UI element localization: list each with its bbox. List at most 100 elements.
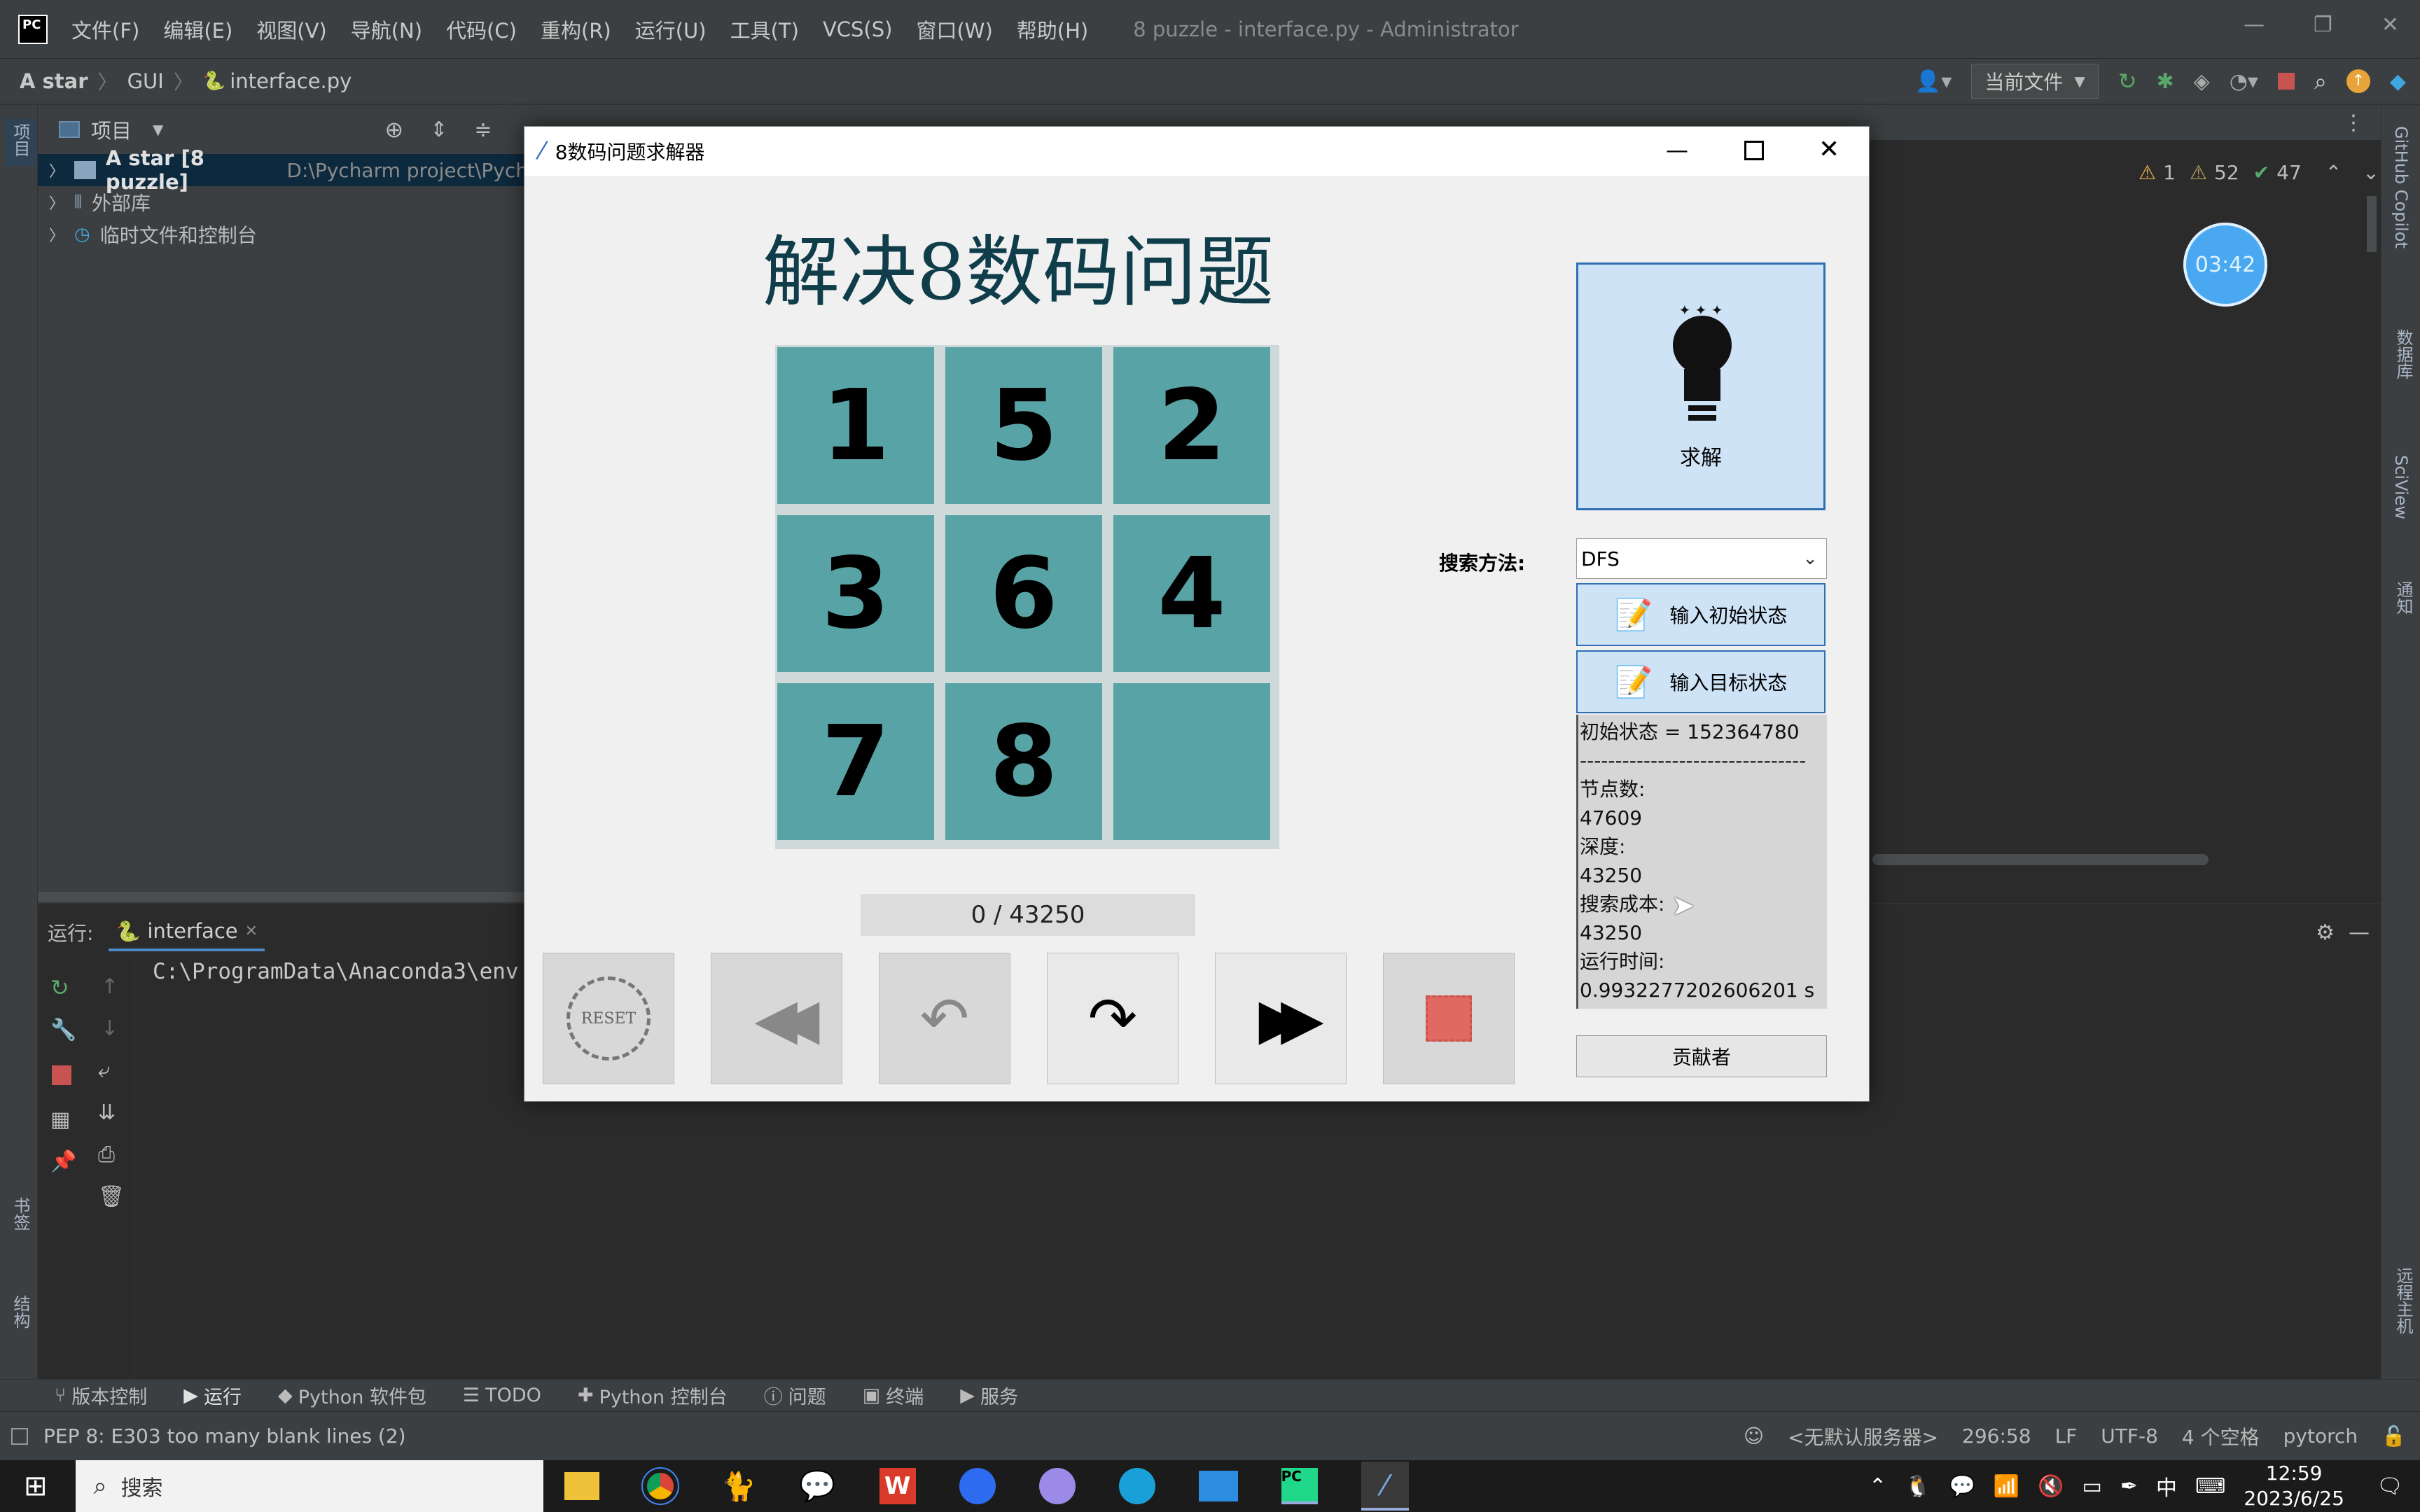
status-position[interactable]: 296:58 <box>1962 1424 2031 1448</box>
soft-wrap-icon[interactable]: ⤶ <box>98 1058 110 1083</box>
tray-chevron-up-icon[interactable]: ⌃ <box>1869 1474 1886 1499</box>
arrow-down-icon[interactable]: ↓ <box>101 1016 118 1041</box>
file-explorer-icon[interactable] <box>564 1472 599 1500</box>
keyboard-icon[interactable]: ⌨ <box>2195 1474 2225 1499</box>
status-line-sep[interactable]: LF <box>2055 1424 2078 1448</box>
settings-gear-icon[interactable]: ⚙ <box>2316 920 2335 945</box>
layout-icon[interactable]: ▦ <box>50 1107 70 1132</box>
rerun-icon[interactable]: ↻ <box>2118 68 2137 94</box>
dialog-maximize-icon[interactable] <box>1744 141 1764 160</box>
tool-notifications[interactable]: 通知 <box>2391 581 2416 620</box>
trash-icon[interactable]: 🗑 <box>98 1184 125 1209</box>
wechat-tray-icon[interactable]: 💬 <box>1949 1474 1975 1499</box>
windows-start-icon[interactable]: ⊞ <box>24 1470 48 1502</box>
chevron-down-icon[interactable]: ⌄ <box>2363 161 2379 184</box>
app-purple-icon[interactable] <box>1038 1468 1076 1504</box>
scroll-to-end-icon[interactable]: ⇊ <box>98 1100 116 1125</box>
menu-tools[interactable]: 工具(T) <box>730 15 799 44</box>
chevron-down-icon[interactable]: ▼ <box>153 121 163 138</box>
notification-center-icon[interactable]: 🗨 <box>2377 1474 2403 1499</box>
tile-4[interactable]: 3 <box>775 513 936 674</box>
chevron-right-icon[interactable]: 〉 <box>49 223 64 246</box>
tree-item-root[interactable]: 〉 A star [8 puzzle] D:\Pycharm project\P… <box>38 146 528 194</box>
menu-window[interactable]: 窗口(W) <box>916 15 992 44</box>
edge-icon[interactable] <box>1118 1468 1155 1504</box>
tree-item-scratches[interactable]: 〉 ◷ 临时文件和控制台 <box>38 218 528 251</box>
menu-code[interactable]: 代码(C) <box>446 15 517 44</box>
editor-hscrollbar[interactable] <box>1872 854 2209 865</box>
lock-icon[interactable]: 🔓 <box>2381 1424 2406 1448</box>
pen-icon[interactable]: ✒ <box>2120 1474 2138 1499</box>
arrow-up-icon[interactable]: ↑ <box>101 974 118 999</box>
pycharm-logo[interactable]: PC <box>18 14 48 44</box>
stop-icon[interactable] <box>2278 73 2295 90</box>
profile-icon[interactable]: ◔▾ <box>2230 69 2258 94</box>
wps-icon[interactable]: W <box>879 1468 916 1504</box>
timer-badge[interactable]: 03:42 <box>2183 223 2267 307</box>
next-step-button[interactable]: ↷ <box>1047 953 1178 1084</box>
input-target-state-button[interactable]: 📝 输入目标状态 <box>1576 650 1826 713</box>
rerun-icon[interactable]: ↻ <box>50 974 69 1001</box>
tool-copilot[interactable]: GitHub Copilot <box>2391 126 2411 253</box>
breadcrumb-folder[interactable]: GUI <box>127 69 164 93</box>
tab-terminal[interactable]: ▣ 终端 <box>863 1382 924 1409</box>
locate-icon[interactable]: ⊕ <box>384 116 403 143</box>
user-icon[interactable]: 👤▾ <box>1915 69 1952 94</box>
tab-todo[interactable]: ☰ TODO <box>463 1385 541 1406</box>
feishu-icon[interactable] <box>959 1468 996 1504</box>
menu-view[interactable]: 视图(V) <box>256 15 326 44</box>
tool-project[interactable]: 项目 <box>6 119 36 166</box>
pin-icon[interactable]: 📌 <box>50 1149 76 1174</box>
menu-help[interactable]: 帮助(H) <box>1017 15 1088 44</box>
tab-run[interactable]: ▶ 运行 <box>183 1382 242 1409</box>
run-config-dropdown[interactable]: 当前文件 ▼ <box>1971 64 2099 99</box>
debug-icon[interactable]: ✱ <box>2157 69 2174 94</box>
ide-close-icon[interactable]: ✕ <box>2381 13 2399 37</box>
chevron-right-icon[interactable]: 〉 <box>49 191 64 214</box>
tab-problems[interactable]: ⓘ 问题 <box>764 1382 826 1409</box>
status-encoding[interactable]: UTF-8 <box>2101 1424 2158 1448</box>
tool-database[interactable]: 数据库 <box>2391 329 2416 384</box>
tile-3[interactable]: 2 <box>1111 345 1272 506</box>
pycharm-taskbar-icon[interactable]: PC <box>1281 1468 1318 1504</box>
stop-icon[interactable] <box>52 1065 71 1085</box>
stop-button[interactable] <box>1383 953 1515 1084</box>
editor-vscrollbar[interactable] <box>2367 196 2377 252</box>
search-method-select[interactable]: DFS ⌄ <box>1576 538 1827 579</box>
console-output[interactable]: C:\ProgramData\Anaconda3\env <box>153 959 519 984</box>
chevron-up-icon[interactable]: ⌃ <box>2325 161 2342 184</box>
battery-icon[interactable]: ▭ <box>2082 1474 2102 1499</box>
taskbar-search[interactable]: ⌕ 搜索 <box>75 1460 543 1512</box>
menu-edit[interactable]: 编辑(E) <box>163 15 232 44</box>
ime-indicator[interactable]: 中 <box>2156 1471 2177 1502</box>
menu-refactor[interactable]: 重构(R) <box>541 15 611 44</box>
chevron-right-icon[interactable]: 〉 <box>49 159 64 181</box>
tool-structure[interactable]: 结构 <box>8 1295 33 1334</box>
contributors-button[interactable]: 贡献者 <box>1576 1035 1827 1077</box>
tree-item-external-libs[interactable]: 〉 ⫴ 外部库 <box>38 186 528 218</box>
status-message[interactable]: PEP 8: E303 too many blank lines (2) <box>43 1424 406 1448</box>
tab-python-console[interactable]: ✚ Python 控制台 <box>578 1382 728 1409</box>
collapse-all-icon[interactable]: ≑ <box>474 118 492 142</box>
inspection-widget[interactable]: ⚠ 1 ⚠ 52 ✔ 47 ⌃ ⌄ <box>2139 161 2379 184</box>
menu-file[interactable]: 文件(F) <box>71 15 139 44</box>
tile-7[interactable]: 7 <box>775 681 936 842</box>
menu-run[interactable]: 运行(U) <box>635 15 707 44</box>
tool-sciview[interactable]: SciView <box>2391 455 2411 524</box>
status-toggle-icon[interactable] <box>11 1427 28 1445</box>
solve-button[interactable]: ✦ ✦ ✦ 求解 <box>1576 262 1826 510</box>
previous-step-button[interactable]: ↶ <box>879 953 1010 1084</box>
tool-bookmarks[interactable]: 书签 <box>8 1197 33 1236</box>
menu-navigate[interactable]: 导航(N) <box>351 15 422 44</box>
status-interpreter[interactable]: pytorch <box>2283 1424 2358 1448</box>
update-icon[interactable]: ↑ <box>2346 69 2370 93</box>
clock[interactable]: 12:59 2023/6/25 <box>2244 1461 2344 1511</box>
wifi-icon[interactable]: 📶 <box>1994 1474 2019 1499</box>
ide-restore-icon[interactable]: ❐ <box>2314 13 2332 37</box>
breadcrumb-file[interactable]: interface.py <box>230 69 352 93</box>
close-icon[interactable]: ✕ <box>245 923 258 940</box>
run-tab[interactable]: 🐍 interface ✕ <box>109 913 265 951</box>
menu-vcs[interactable]: VCS(S) <box>823 18 893 41</box>
project-hscrollbar[interactable] <box>38 892 528 902</box>
tkinter-app-icon[interactable]: ⁄ <box>1361 1462 1409 1511</box>
